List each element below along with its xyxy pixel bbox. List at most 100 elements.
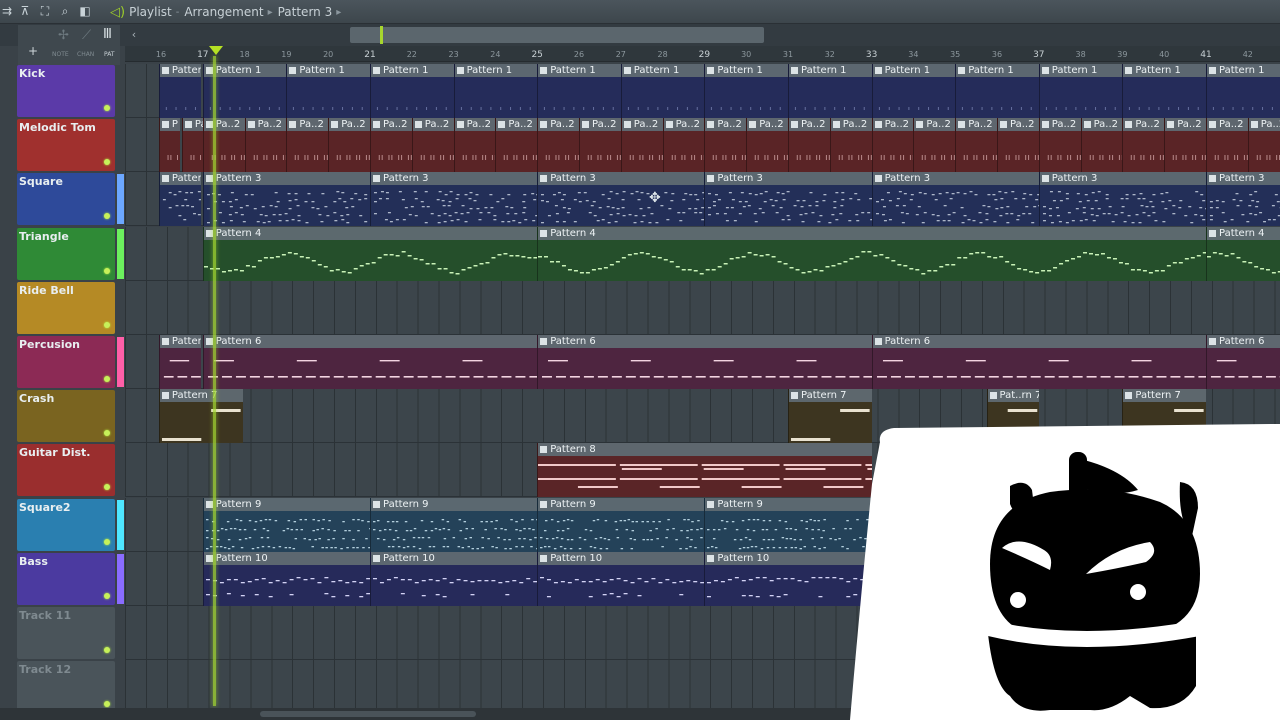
pattern-clip[interactable]: Pa..2 [1206, 118, 1248, 173]
pattern-clip[interactable]: Pa..2 [1080, 118, 1123, 173]
timeline-ruler[interactable]: 16 17 18 19 20 21 22 23 24 25 26 27 28 29 30 31 32 33 34 35… [125, 46, 1280, 62]
pattern-clip[interactable]: Pattern 1 [1206, 64, 1280, 118]
pattern-clip[interactable]: Pattern 3 [370, 172, 538, 227]
pattern-clip[interactable]: Pattern 6 [537, 335, 872, 389]
track-header[interactable]: Bass [17, 552, 115, 605]
pattern-clip[interactable]: Pa..2 [286, 118, 329, 173]
pattern-clip[interactable]: Pa..2 [1247, 118, 1280, 173]
pattern-clip[interactable]: Pattern 3 [704, 172, 872, 227]
crumb-pattern[interactable]: Pattern 3 [278, 5, 333, 19]
track-header[interactable]: Square2 [17, 498, 115, 551]
pattern-clip[interactable]: Pattern 1 [1122, 64, 1206, 118]
tool-chan-label[interactable]: CHAN [77, 51, 94, 58]
speaker-icon[interactable]: ◁) [110, 5, 125, 20]
pattern-clip[interactable]: Pattern 3 [537, 172, 705, 227]
play-icon[interactable]: ◧ [78, 4, 92, 18]
pattern-clip[interactable]: Pa..2 [244, 118, 287, 173]
track-enable-led[interactable] [104, 592, 110, 599]
track-header[interactable]: Guitar Dist. [17, 444, 115, 497]
tool-note-label[interactable]: NOTE [52, 51, 69, 58]
song-overview-scroller[interactable] [350, 27, 764, 43]
track-enable-led[interactable] [104, 267, 110, 274]
pattern-clip[interactable]: Pattern 10 [370, 551, 538, 606]
pattern-clip[interactable]: Pa..2 [829, 118, 872, 173]
pattern-clip[interactable]: Pattern 1 [955, 64, 1039, 118]
pattern-clip[interactable]: Pa..2 [202, 118, 245, 173]
track-enable-led[interactable] [104, 376, 110, 382]
pattern-clip[interactable]: Pa..2 [997, 118, 1039, 173]
pattern-clip[interactable]: Pattern 4 [537, 226, 1206, 281]
crumb-playlist[interactable]: Playlist [129, 5, 172, 19]
pattern-clip[interactable]: Pattern 4 [1206, 226, 1280, 281]
select-icon[interactable]: ⛶ [38, 4, 52, 18]
pattern-clip[interactable]: Pa..2 [579, 118, 621, 173]
track-header[interactable]: Track 11 [17, 607, 115, 659]
pattern-clip[interactable]: Pa..2 [1038, 118, 1081, 173]
pattern-clip[interactable]: Pattern 3 [158, 172, 201, 227]
track-header[interactable]: Melodic Tom [17, 119, 115, 172]
zoom-icon[interactable]: ⌕ [58, 4, 72, 18]
snap-icon[interactable]: ⊼ [18, 4, 32, 18]
pattern-clip[interactable]: Pa..2 [955, 118, 997, 173]
wand-icon[interactable]: ✢ [58, 28, 69, 43]
scroll-left-icon[interactable]: ‹ [126, 27, 142, 43]
pattern-clip[interactable]: Pa..2 [495, 118, 538, 173]
pattern-clip[interactable]: Pattern 3 [1038, 172, 1206, 227]
track-enable-led[interactable] [104, 701, 110, 708]
chain-icon[interactable]: ⟋ [82, 28, 91, 43]
track-lane[interactable]: Pattern 3Pattern 3Pattern 3Pattern 3Patt… [125, 172, 1280, 227]
track-lane[interactable]: Pattern 4 Pattern 4 Pattern 4 [125, 226, 1280, 281]
pattern-clip[interactable]: Pattern 8 [537, 443, 872, 498]
scrollbar-thumb[interactable] [260, 711, 476, 717]
track-lane[interactable]: Pattern 6Pattern 6Pattern 6Pattern 6Patt… [125, 335, 1280, 389]
track-enable-led[interactable] [104, 213, 110, 220]
track-enable-led[interactable] [104, 538, 110, 545]
pattern-clip[interactable]: Pattern 1 [286, 64, 370, 118]
track-header[interactable]: Triangle [17, 227, 115, 280]
add-track-button[interactable]: + [28, 44, 38, 58]
pattern-clip[interactable]: Pattern 6 [871, 335, 1206, 389]
track-lane[interactable]: PPa..2Pa..2Pa..2Pa..2Pa..2Pa..2Pa..2Pa..… [125, 118, 1280, 173]
pattern-clip[interactable]: Pattern 3 [202, 172, 370, 227]
pattern-clip[interactable]: Pattern 3 [871, 172, 1039, 227]
pattern-clip[interactable]: Pa..2 [411, 118, 454, 173]
pattern-clip[interactable]: Pattern 1 [1038, 64, 1123, 118]
pattern-clip[interactable]: Pa..2 [370, 118, 412, 173]
pattern-clip[interactable]: Pattern 9 [370, 497, 538, 552]
track-enable-led[interactable] [104, 321, 110, 328]
pattern-clip[interactable]: Pattern 10 [704, 551, 872, 606]
arrow-icon[interactable]: ⇉ [0, 4, 14, 18]
track-header[interactable]: Kick [17, 65, 115, 117]
pattern-clip[interactable]: Pa..2 [537, 118, 579, 173]
pattern-clip[interactable]: Pattern 7 [158, 389, 243, 444]
track-header[interactable]: Square [17, 173, 115, 226]
track-lane[interactable] [125, 280, 1280, 335]
pattern-clip[interactable]: Pa..2 [328, 118, 370, 173]
pattern-clip[interactable]: Pattern 9 [704, 497, 872, 552]
pattern-clip[interactable]: Pattern 1 [537, 64, 621, 118]
track-header[interactable]: Track 12 [17, 661, 115, 714]
pattern-clip[interactable]: Pa..2 [788, 118, 830, 173]
pattern-clip[interactable]: Pattern 1 [871, 64, 956, 118]
pattern-clip[interactable]: Pattern 1 [370, 64, 454, 118]
track-header[interactable]: Ride Bell [17, 281, 115, 334]
pattern-clip[interactable]: Pa..2 [1122, 118, 1165, 173]
pattern-clip[interactable]: Pa..2 [453, 118, 496, 173]
pattern-clip[interactable]: Pa..2 [746, 118, 788, 173]
track-enable-led[interactable] [104, 647, 110, 653]
pattern-clip[interactable]: Pattern 1 [788, 64, 872, 118]
pattern-clip[interactable]: Pattern 1 [453, 64, 538, 118]
pattern-clip[interactable]: Pa..2 [181, 118, 203, 173]
pattern-clip[interactable]: Pa..2 [913, 118, 956, 173]
track-enable-led[interactable] [104, 105, 110, 111]
pattern-clip[interactable]: Pattern 4 [202, 226, 538, 281]
pattern-clip[interactable]: Pattern 3 [1206, 172, 1280, 227]
track-enable-led[interactable] [104, 159, 110, 166]
tool-pat-label[interactable]: PAT [104, 51, 115, 58]
track-enable-led[interactable] [104, 484, 110, 491]
pattern-clip[interactable]: Pa..2 [704, 118, 747, 173]
pattern-clip[interactable]: Pattern 6 [158, 335, 201, 389]
pattern-clip[interactable]: Pattern 1 [704, 64, 788, 118]
pattern-clip[interactable]: Pattern 6 [1206, 335, 1280, 389]
playhead-marker[interactable] [209, 46, 223, 55]
